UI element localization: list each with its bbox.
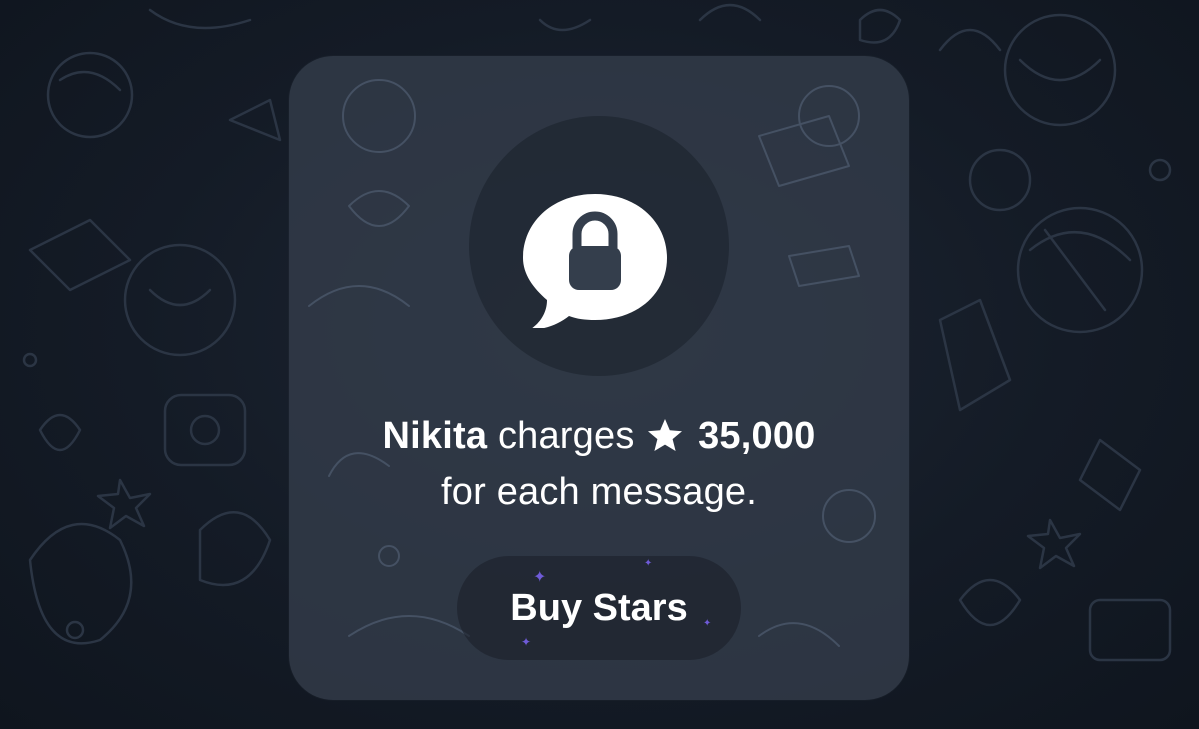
lock-message-bubble-icon — [523, 194, 667, 328]
paid-message-notice: Nikita charges 35,000 for each message. — [289, 408, 909, 520]
star-amount: 35,000 — [698, 415, 816, 457]
notice-line-1: Nikita charges 35,000 — [289, 408, 909, 464]
buy-stars-button[interactable]: Buy Stars — [457, 556, 741, 660]
user-name: Nikita — [382, 415, 488, 457]
sparkle-icon: ✦ — [521, 635, 532, 649]
star-icon — [648, 419, 683, 451]
sparkle-icon: ✦ — [703, 618, 712, 629]
charges-text: charges — [497, 415, 635, 457]
paid-message-dialog: Nikita charges 35,000 for each message. … — [289, 56, 909, 700]
buy-stars-label: Buy Stars — [510, 587, 688, 629]
sparkle-icon: ✦ — [644, 558, 653, 569]
notice-line-2: for each message. — [440, 471, 757, 513]
sparkle-icon: ✦ — [533, 569, 547, 586]
